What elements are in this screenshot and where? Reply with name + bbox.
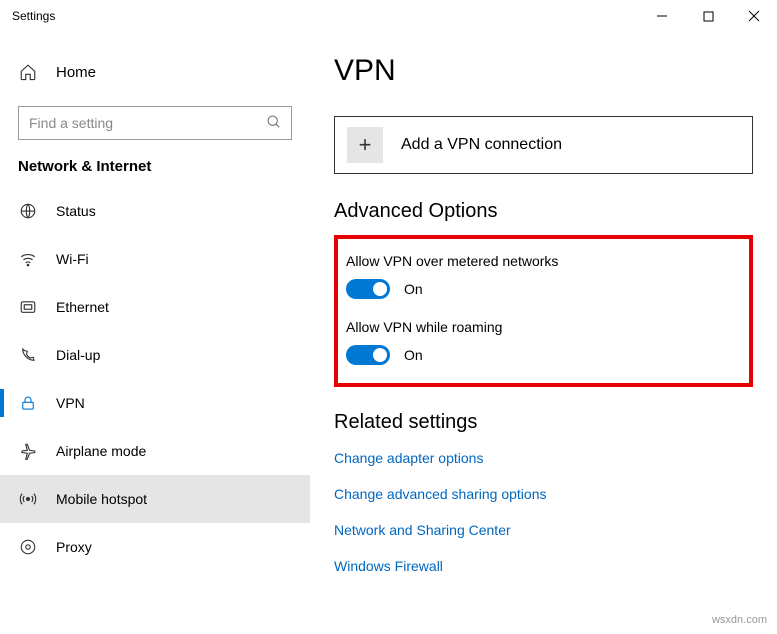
toggle-roaming-switch[interactable] bbox=[346, 345, 390, 365]
status-icon bbox=[18, 202, 38, 220]
related-settings-title: Related settings bbox=[334, 411, 753, 434]
add-vpn-button[interactable]: + Add a VPN connection bbox=[334, 116, 753, 174]
link-firewall[interactable]: Windows Firewall bbox=[334, 558, 753, 574]
nav-item-label: Mobile hotspot bbox=[56, 491, 147, 507]
plus-icon: + bbox=[347, 127, 383, 163]
home-icon bbox=[18, 63, 38, 81]
nav-item-label: Proxy bbox=[56, 539, 92, 555]
search-input[interactable] bbox=[18, 106, 292, 140]
toggle-label: Allow VPN while roaming bbox=[346, 319, 733, 335]
hotspot-icon bbox=[18, 490, 38, 508]
nav-list: Status Wi-Fi Ethernet bbox=[0, 187, 310, 634]
nav-item-label: Wi-Fi bbox=[56, 251, 89, 267]
minimize-button[interactable] bbox=[639, 0, 685, 32]
maximize-button[interactable] bbox=[685, 0, 731, 32]
toggle-state: On bbox=[404, 281, 423, 297]
home-link[interactable]: Home bbox=[0, 52, 310, 92]
add-vpn-label: Add a VPN connection bbox=[401, 136, 562, 154]
toggle-metered: Allow VPN over metered networks On bbox=[346, 253, 733, 299]
nav-item-label: Airplane mode bbox=[56, 443, 146, 459]
window-controls bbox=[639, 0, 777, 32]
sidebar: Home Network & Internet Status bbox=[0, 32, 310, 634]
nav-item-label: Ethernet bbox=[56, 299, 109, 315]
nav-item-label: Dial-up bbox=[56, 347, 100, 363]
titlebar: Settings bbox=[0, 0, 777, 32]
close-button[interactable] bbox=[731, 0, 777, 32]
toggle-state: On bbox=[404, 347, 423, 363]
advanced-options-title: Advanced Options bbox=[334, 200, 753, 223]
nav-item-vpn[interactable]: VPN bbox=[0, 379, 310, 427]
link-adapter-options[interactable]: Change adapter options bbox=[334, 450, 753, 466]
section-header: Network & Internet bbox=[0, 158, 310, 187]
nav-item-label: VPN bbox=[56, 395, 85, 411]
dialup-icon bbox=[18, 346, 38, 364]
nav-item-proxy[interactable]: Proxy bbox=[0, 523, 310, 571]
search-icon bbox=[266, 114, 282, 130]
vpn-icon bbox=[18, 394, 38, 412]
toggle-metered-switch[interactable] bbox=[346, 279, 390, 299]
main-content: VPN + Add a VPN connection Advanced Opti… bbox=[310, 32, 777, 634]
nav-item-hotspot[interactable]: Mobile hotspot bbox=[0, 475, 310, 523]
highlight-box: Allow VPN over metered networks On Allow… bbox=[334, 235, 753, 387]
nav-item-status[interactable]: Status bbox=[0, 187, 310, 235]
nav-item-wifi[interactable]: Wi-Fi bbox=[0, 235, 310, 283]
toggle-label: Allow VPN over metered networks bbox=[346, 253, 733, 269]
nav-item-ethernet[interactable]: Ethernet bbox=[0, 283, 310, 331]
link-network-center[interactable]: Network and Sharing Center bbox=[334, 522, 753, 538]
nav-item-airplane[interactable]: Airplane mode bbox=[0, 427, 310, 475]
window-title: Settings bbox=[12, 9, 55, 23]
airplane-icon bbox=[18, 442, 38, 460]
home-label: Home bbox=[56, 64, 96, 81]
toggle-roaming: Allow VPN while roaming On bbox=[346, 319, 733, 365]
ethernet-icon bbox=[18, 298, 38, 316]
proxy-icon bbox=[18, 538, 38, 556]
search-wrap bbox=[18, 106, 292, 140]
watermark: wsxdn.com bbox=[712, 614, 767, 626]
link-sharing-options[interactable]: Change advanced sharing options bbox=[334, 486, 753, 502]
nav-item-dialup[interactable]: Dial-up bbox=[0, 331, 310, 379]
nav-item-label: Status bbox=[56, 203, 96, 219]
wifi-icon bbox=[18, 250, 38, 268]
page-title: VPN bbox=[334, 54, 753, 88]
